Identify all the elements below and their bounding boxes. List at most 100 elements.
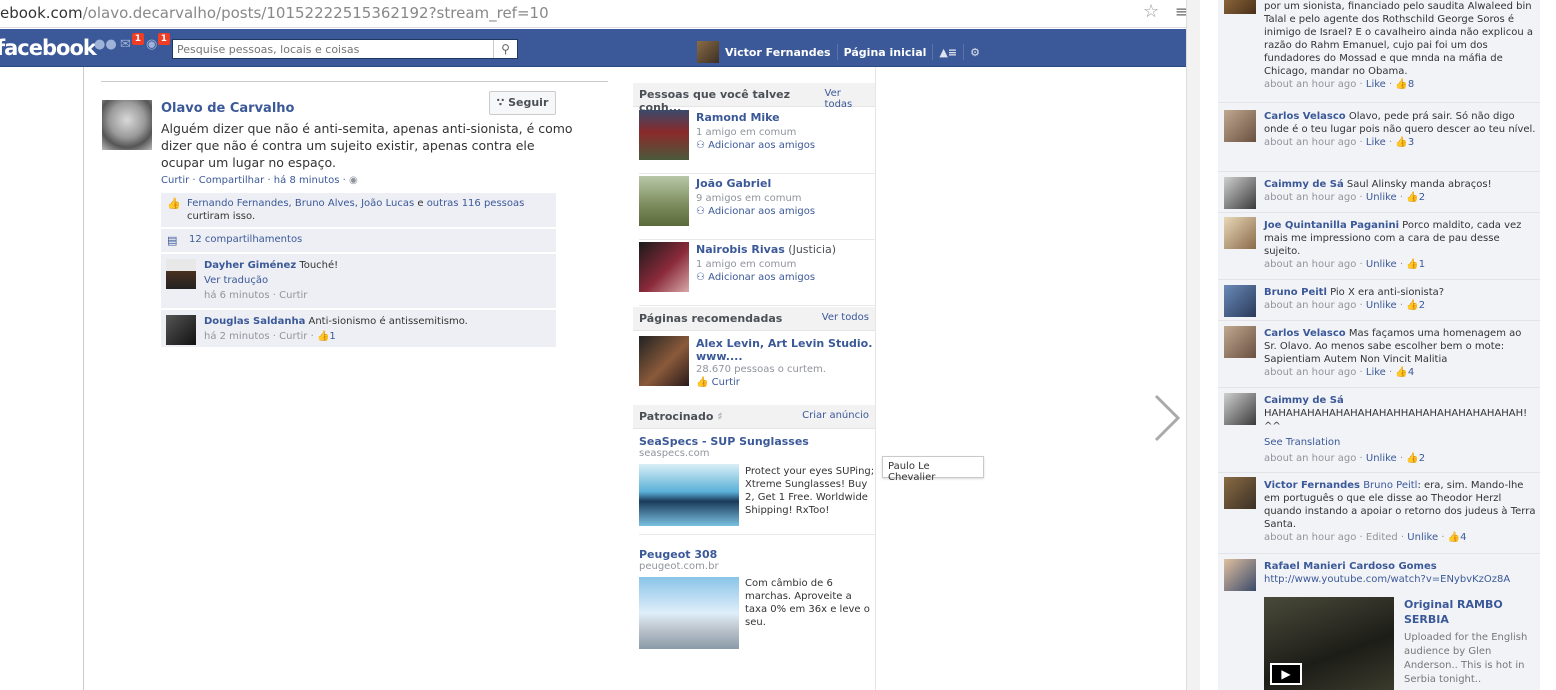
ad-url[interactable]: seaspecs.com [639,448,875,459]
ticker-like-count[interactable]: 👍1 [1406,259,1425,270]
ticker-avatar[interactable] [1224,326,1256,358]
page-photo[interactable] [639,336,689,386]
ticker-like-count[interactable]: 👍8 [1395,79,1414,90]
settings-gear-icon[interactable]: ⚙ [970,46,980,59]
comment-author[interactable]: Dayher Giménez [204,260,296,271]
likers-names[interactable]: Fernando Fernandes, Bruno Alves, João Lu… [187,198,414,209]
ticker-like-link[interactable]: Like [1366,79,1386,90]
pages-see-all-link[interactable]: Ver todos [822,312,869,330]
commenter-avatar[interactable] [166,259,196,289]
create-ad-link[interactable]: Criar anúncio [802,410,869,428]
ticker-avatar[interactable] [1224,177,1256,209]
ticker-item[interactable]: Carlos Velasco Mas façamos uma homenagem… [1218,322,1540,388]
play-icon[interactable]: ▶ [1270,663,1302,685]
ticker-like-count[interactable]: 👍2 [1406,453,1425,464]
ticker-author[interactable]: Caimmy de Sá [1264,395,1344,406]
person-name[interactable]: Nairobis Rivas [696,243,785,256]
person-photo[interactable] [639,110,689,160]
ad-title[interactable]: SeaSpecs - SUP Sunglasses [639,435,875,448]
ticker-like-link[interactable]: Like [1366,137,1386,148]
ticker-like-link[interactable]: Unlike [1366,259,1397,270]
ad-image[interactable] [639,464,739,526]
ad-url[interactable]: peugeot.com.br [639,561,875,572]
notifications-globe-icon[interactable]: ◉ 1 [146,33,170,57]
ticker-item[interactable]: Victor Fernandes Bruno Peitl: era, sim. … [1218,474,1540,554]
ticker-item[interactable]: Caimmy de Sá HAHAHAHAHAHAHAHAHAHHAHAHAHA… [1218,389,1540,473]
post-author-avatar[interactable] [102,100,152,150]
commenter-avatar[interactable] [166,315,196,345]
post-author-name[interactable]: Olavo de Carvalho [161,101,294,116]
person-photo[interactable] [639,176,689,226]
facebook-logo[interactable]: facebook [0,36,97,60]
search-input[interactable] [173,40,493,58]
pymk-see-all-link[interactable]: Ver todas [825,88,869,110]
see-translation-link[interactable]: See Translation [1264,437,1340,448]
ticker-author[interactable]: Carlos Velasco [1264,328,1346,339]
ticker-item[interactable]: Joe Quintanilla Paganini Porco maldito, … [1218,214,1540,280]
ticker-like-link[interactable]: Unlike [1407,532,1438,543]
add-friend-button[interactable]: ⚇ Adicionar aos amigos [696,272,815,283]
page-like-button[interactable]: 👍 Curtir [696,377,740,388]
ticker-like-count[interactable]: 👍3 [1395,137,1414,148]
ad-image[interactable] [639,577,739,649]
bookmark-star-icon[interactable]: ☆ [1143,1,1159,22]
ticker-author[interactable]: Victor Fernandes [1264,480,1360,491]
person-name[interactable]: João Gabriel [696,177,771,190]
video-title[interactable]: Original RAMBO SERBIA [1404,597,1538,627]
add-friend-button[interactable]: ⚇ Adicionar aos amigos [696,140,815,151]
ticker-avatar[interactable] [1224,217,1256,249]
ticker-avatar[interactable] [1224,393,1256,425]
home-link[interactable]: Página inicial [844,46,927,59]
ticker-like-count[interactable]: 👍4 [1395,367,1414,378]
video-thumbnail[interactable]: ▶ [1264,597,1394,690]
ticker-like-link[interactable]: Unlike [1366,300,1397,311]
follow-button[interactable]: ∵ Seguir [489,91,556,115]
person-name[interactable]: Ramond Mike [696,111,780,124]
ticker-author[interactable]: Rafael Manieri Cardoso Gomes [1264,561,1437,572]
ticker-avatar[interactable] [1224,559,1256,591]
ticker-like-count[interactable]: 👍2 [1406,300,1425,311]
ticker-author[interactable]: Joe Quintanilla Paganini [1264,220,1399,231]
ticker-like-link[interactable]: Unlike [1366,453,1397,464]
ticker-like-link[interactable]: Unlike [1366,192,1397,203]
messages-icon[interactable]: ✉ 1 [120,33,144,57]
ticker-item[interactable]: Carlos Velasco Olavo, pede prá sair. Só … [1218,104,1540,172]
ticker-avatar[interactable] [1224,285,1256,317]
ticker-item[interactable]: Caimmy de Sá Saul Alinsky manda abraços!… [1218,173,1540,213]
ticker-like-count[interactable]: 👍4 [1448,532,1467,543]
friend-requests-icon[interactable]: ●● [94,37,117,57]
ticker-avatar[interactable] [1224,110,1256,142]
ticker-avatar[interactable] [1224,0,1256,14]
person-photo[interactable] [639,242,689,292]
ticker-youtube-link[interactable]: http://www.youtube.com/watch?v=ENybvKzOz… [1264,574,1510,585]
comment-author[interactable]: Douglas Saldanha [204,316,305,327]
ticker-like-link[interactable]: Like [1366,367,1386,378]
next-arrow-icon[interactable] [1148,388,1188,448]
ticker-author[interactable]: Caimmy de Sá [1264,179,1344,190]
url-text[interactable]: ebook.com/olavo.decarvalho/posts/1015222… [0,4,549,22]
ticker-author[interactable]: Carlos Velasco [1264,111,1346,122]
ticker-like-count[interactable]: 👍2 [1406,192,1425,203]
likers-others-link[interactable]: outras 116 pessoas [427,198,525,209]
post-action-links[interactable]: Curtir · Compartilhar · há 8 minutos · [161,175,346,186]
mutual-friends[interactable]: 9 amigos em comum [696,193,802,204]
comment-like-count[interactable]: 👍1 [317,331,336,342]
ad-item[interactable]: SeaSpecs - SUP Sunglasses seaspecs.com P… [639,435,875,535]
search-icon[interactable]: ⚲ [493,40,517,58]
see-translation-link[interactable]: Ver tradução [204,275,268,286]
add-friend-button[interactable]: ⚇ Adicionar aos amigos [696,206,815,217]
page-name[interactable]: Alex Levin, Art Levin Studio. www.... [696,337,876,363]
ticker-item[interactable]: por um sionista, financiado pelo saudita… [1218,0,1540,103]
mutual-friends[interactable]: 1 amigo em comum [696,127,796,138]
user-avatar[interactable] [697,41,719,63]
user-name-link[interactable]: Victor Fernandes [725,46,831,59]
ticker-avatar[interactable] [1224,477,1256,509]
mutual-friends[interactable]: 1 amigo em comum [696,259,796,270]
post-shares-row[interactable]: ▤ 12 compartilhamentos [161,229,556,252]
ticker-author[interactable]: Bruno Peitl [1264,287,1327,298]
ticker-item[interactable]: Bruno Peitl Pio X era anti-sionista? abou… [1218,281,1540,321]
ad-item[interactable]: Peugeot 308 peugeot.com.br Com câmbio de… [639,548,875,658]
ad-title[interactable]: Peugeot 308 [639,548,875,561]
privacy-shortcuts-icon[interactable]: ▲≡ [939,46,957,59]
ticker-mention[interactable]: Bruno Peitl [1360,480,1417,491]
